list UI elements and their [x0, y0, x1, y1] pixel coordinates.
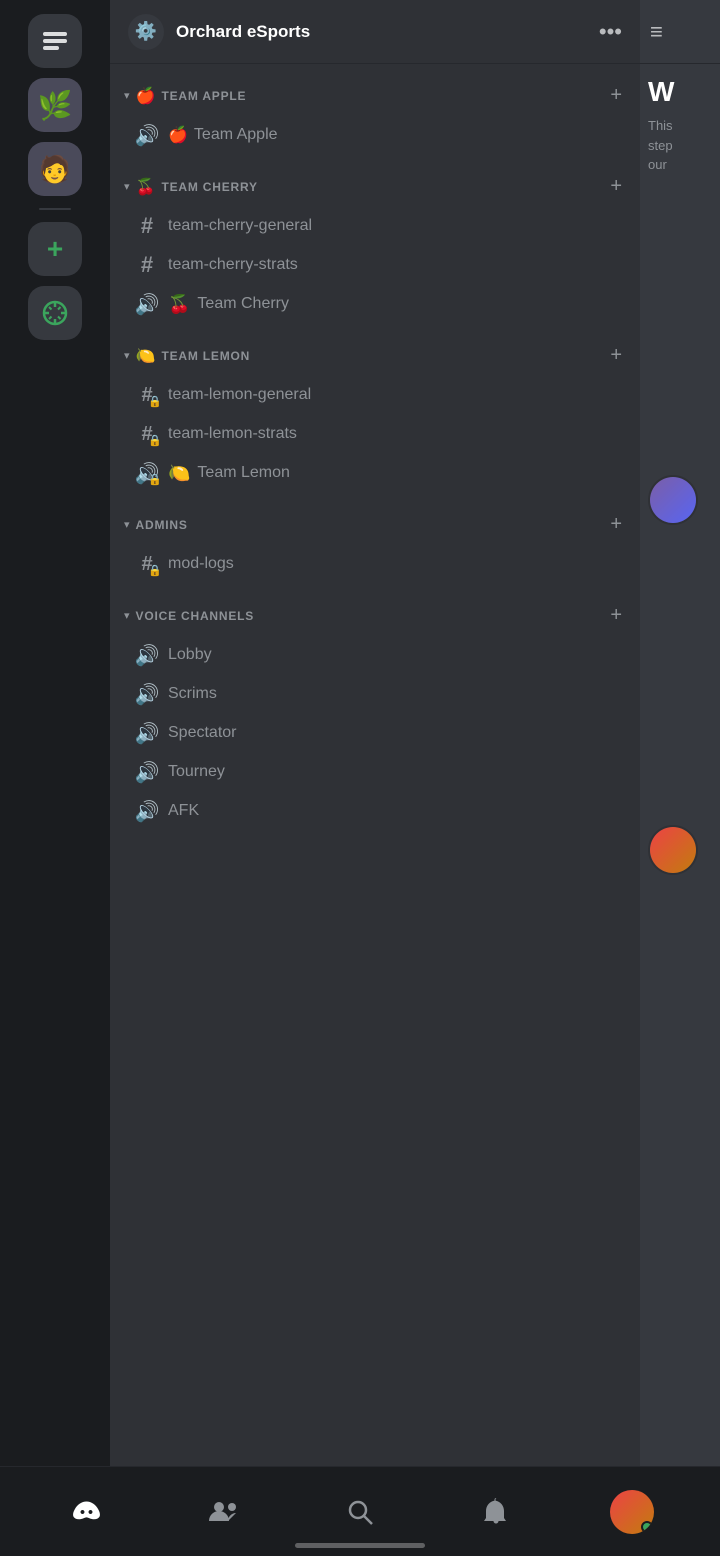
channel-mod-logs[interactable]: # 🔒 mod-logs	[118, 545, 632, 583]
add-channel-voice[interactable]: +	[604, 602, 628, 629]
hash-icon: #	[136, 254, 158, 276]
channel-list: ⚙️ Orchard eSports ••• ▾ 🍎 TEAM APPLE + …	[110, 0, 640, 1490]
category-name-team-cherry: TEAM CHERRY	[161, 180, 257, 194]
server-header-left: ⚙️ Orchard eSports	[128, 14, 310, 50]
chevron-icon: ▾	[124, 609, 130, 622]
channel-team-lemon-voice[interactable]: 🔊 🔒 🍋 Team Lemon	[118, 454, 632, 492]
channel-team-cherry-general[interactable]: # team-cherry-general	[118, 207, 632, 245]
nav-friends[interactable]	[194, 1499, 254, 1525]
server-sidebar: 🌿 🧑 +	[0, 0, 110, 1490]
speaker-icon: 🔊	[136, 644, 158, 666]
add-channel-team-lemon[interactable]: +	[604, 342, 628, 369]
nav-home[interactable]	[58, 1497, 118, 1527]
hash-lock-icon: # 🔒	[136, 423, 158, 445]
speaker-lock-icon: 🔊 🔒	[136, 462, 158, 484]
category-team-lemon[interactable]: ▾ 🍋 TEAM LEMON +	[110, 324, 640, 375]
hamburger-icon[interactable]: ≡	[650, 19, 663, 45]
speaker-icon: 🔊	[136, 124, 158, 146]
channel-team-lemon-strats[interactable]: # 🔒 team-lemon-strats	[118, 415, 632, 453]
chevron-icon: ▾	[124, 180, 130, 193]
online-status-dot	[641, 1521, 653, 1533]
channel-name: team-lemon-general	[168, 386, 311, 404]
category-name-team-apple: TEAM APPLE	[161, 89, 246, 103]
home-indicator	[295, 1543, 425, 1548]
channel-name: Lobby	[168, 646, 212, 664]
chevron-icon: ▾	[124, 89, 130, 102]
server-name: Orchard eSports	[176, 22, 310, 42]
channel-name: Tourney	[168, 763, 225, 781]
nav-notifications[interactable]	[466, 1498, 526, 1526]
speaker-icon: 🔊	[136, 683, 158, 705]
channel-name: 🍎 Team Apple	[168, 125, 278, 145]
server-options-button[interactable]: •••	[599, 19, 622, 45]
server-divider	[39, 208, 71, 210]
right-panel-text: Thisstepour	[648, 116, 712, 175]
channel-name: team-cherry-strats	[168, 256, 298, 274]
channel-team-apple[interactable]: 🔊 🍎 Team Apple	[118, 116, 632, 154]
channel-tourney[interactable]: 🔊 Tourney	[118, 753, 632, 791]
channel-scrims[interactable]: 🔊 Scrims	[118, 675, 632, 713]
right-panel-header: ≡	[640, 0, 720, 64]
right-panel-content: W Thisstepour	[640, 64, 720, 887]
channel-name: 🍋 Team Lemon	[168, 463, 290, 484]
nav-profile[interactable]	[602, 1490, 662, 1534]
category-team-apple[interactable]: ▾ 🍎 TEAM APPLE +	[110, 64, 640, 115]
channel-name: Spectator	[168, 724, 236, 742]
category-name-voice-channels: VOICE CHANNELS	[136, 609, 255, 623]
channel-spectator[interactable]: 🔊 Spectator	[118, 714, 632, 752]
category-team-cherry[interactable]: ▾ 🍒 TEAM CHERRY +	[110, 155, 640, 206]
speaker-icon: 🔊	[136, 722, 158, 744]
speaker-icon: 🔊	[136, 761, 158, 783]
channel-team-cherry-voice[interactable]: 🔊 🍒 Team Cherry	[118, 285, 632, 323]
right-panel-title: W	[648, 76, 712, 108]
server-header-icon: ⚙️	[128, 14, 164, 50]
category-name-admins: ADMINS	[136, 518, 188, 532]
server-icon-2[interactable]: 🧑	[28, 142, 82, 196]
add-channel-team-cherry[interactable]: +	[604, 173, 628, 200]
server-header[interactable]: ⚙️ Orchard eSports •••	[110, 0, 640, 64]
browse-servers-button[interactable]	[28, 286, 82, 340]
nav-search[interactable]	[330, 1498, 390, 1526]
hash-lock-icon: # 🔒	[136, 553, 158, 575]
hash-icon: #	[136, 215, 158, 237]
add-channel-team-apple[interactable]: +	[604, 82, 628, 109]
chevron-icon: ▾	[124, 518, 130, 531]
channel-name: AFK	[168, 802, 199, 820]
chevron-icon: ▾	[124, 349, 130, 362]
channel-name: mod-logs	[168, 555, 234, 573]
category-admins[interactable]: ▾ ADMINS +	[110, 493, 640, 544]
channel-afk[interactable]: 🔊 AFK	[118, 792, 632, 830]
channel-name: Scrims	[168, 685, 217, 703]
home-button[interactable]	[28, 14, 82, 68]
speaker-icon: 🔊	[136, 293, 158, 315]
channel-team-lemon-general[interactable]: # 🔒 team-lemon-general	[118, 376, 632, 414]
channel-team-cherry-strats[interactable]: # team-cherry-strats	[118, 246, 632, 284]
right-panel: ≡ W Thisstepour	[640, 0, 720, 1490]
channel-name: 🍒 Team Cherry	[168, 294, 289, 315]
channel-name: team-lemon-strats	[168, 425, 297, 443]
server-icon-orchard[interactable]: 🌿	[28, 78, 82, 132]
user-avatar	[610, 1490, 654, 1534]
channel-lobby[interactable]: 🔊 Lobby	[118, 636, 632, 674]
speaker-icon: 🔊	[136, 800, 158, 822]
category-name-team-lemon: TEAM LEMON	[161, 349, 250, 363]
add-server-button[interactable]: +	[28, 222, 82, 276]
category-voice-channels[interactable]: ▾ VOICE CHANNELS +	[110, 584, 640, 635]
add-channel-admins[interactable]: +	[604, 511, 628, 538]
channel-name: team-cherry-general	[168, 217, 312, 235]
hash-lock-icon: # 🔒	[136, 384, 158, 406]
